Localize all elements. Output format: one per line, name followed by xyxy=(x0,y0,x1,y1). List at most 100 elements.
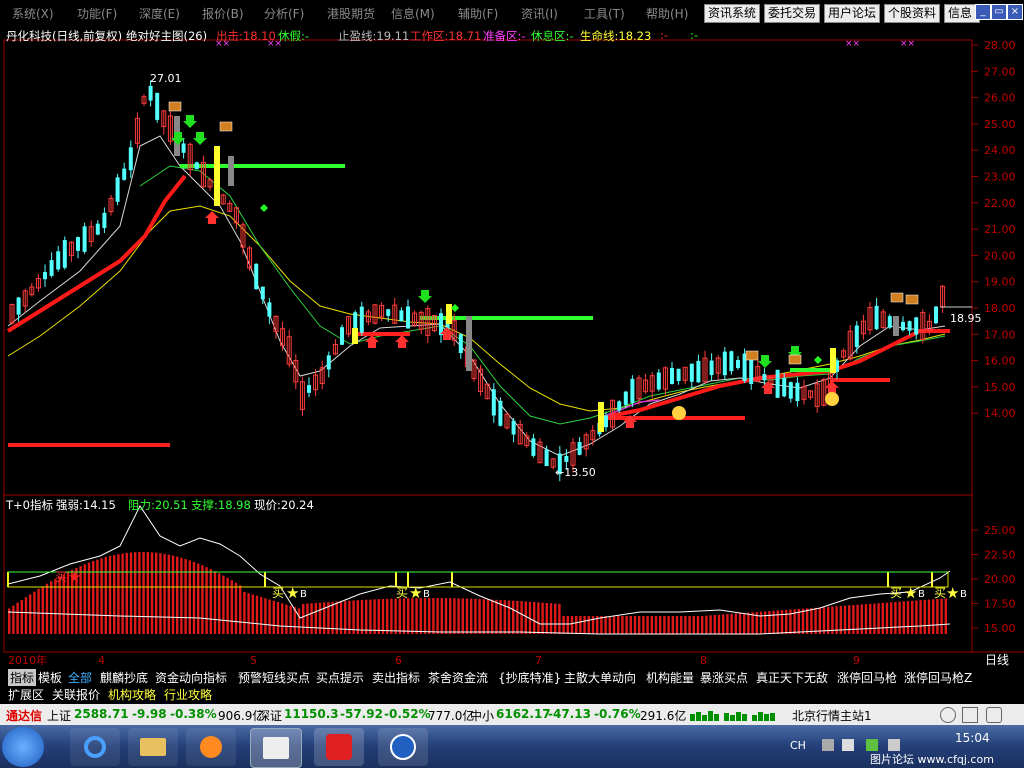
zx-name[interactable]: 中小 xyxy=(470,707,494,724)
menu-help[interactable]: 帮助(H) xyxy=(646,5,688,22)
indicator-tab[interactable]: 资金动向指标 xyxy=(155,669,227,686)
sub-axis-label: 20.00 xyxy=(984,573,1016,586)
hist-bar xyxy=(524,601,527,634)
cross-marker: ×× xyxy=(900,39,915,49)
hist-bar xyxy=(881,602,884,634)
server-name[interactable]: 北京行情主站1 xyxy=(792,707,872,724)
sh-name[interactable]: 上证 xyxy=(47,707,71,724)
menu-info[interactable]: 信息(M) xyxy=(391,5,435,22)
folder-icon[interactable] xyxy=(128,728,178,766)
media-player-icon[interactable] xyxy=(186,728,236,766)
restore-icon[interactable]: ▭ xyxy=(991,4,1007,20)
sub-current: 现价:20.24 xyxy=(254,498,314,512)
tray-icon[interactable] xyxy=(822,739,834,751)
ie-icon[interactable] xyxy=(70,728,120,766)
shengming-value: 生命线:18.23 xyxy=(580,29,652,43)
menu-function[interactable]: 功能(F) xyxy=(77,5,117,22)
indicator-tab[interactable]: 模板 xyxy=(38,669,62,686)
hist-bar xyxy=(302,603,305,634)
menu-tools[interactable]: 工具(T) xyxy=(584,5,625,22)
indicator-tab[interactable]: 麒麟抄底 xyxy=(100,669,148,686)
candle-body xyxy=(399,310,404,322)
candle-body xyxy=(874,305,879,330)
flag-icon xyxy=(219,121,233,132)
indicator-tab[interactable]: 全部 xyxy=(68,669,92,686)
indicator-tab[interactable]: {抄底特准} xyxy=(498,669,561,686)
sell-arrow-icon xyxy=(183,115,197,128)
life-line xyxy=(6,174,187,333)
clock[interactable]: 15:04 xyxy=(955,731,990,745)
indicator-tab[interactable]: 茶舍资金流 xyxy=(428,669,488,686)
connection-icon[interactable] xyxy=(940,707,956,723)
flag-icon xyxy=(745,350,759,361)
trade-app-icon[interactable] xyxy=(314,728,364,766)
indicator-name[interactable]: 绝对好主图(26) xyxy=(126,28,207,43)
menu-news[interactable]: 资讯(I) xyxy=(521,5,558,22)
cursor-icon[interactable] xyxy=(842,739,854,751)
indicator-tab[interactable]: 买点提示 xyxy=(316,669,364,686)
indicator-tab[interactable]: 涨停回马枪Z xyxy=(904,669,972,686)
candle-body xyxy=(340,327,344,345)
hist-bar xyxy=(457,598,460,634)
stock-info-button[interactable]: 个股资料 xyxy=(884,4,941,23)
hist-bar xyxy=(197,563,200,634)
candle-body xyxy=(934,306,938,324)
menu-analysis[interactable]: 分析(F) xyxy=(264,5,304,22)
period-label: 日线 xyxy=(985,653,1009,667)
lang-indicator[interactable]: CH xyxy=(790,739,806,752)
indicator-tab[interactable]: 主散大单动向 xyxy=(564,669,636,686)
hist-bar xyxy=(902,601,905,634)
extension-tab[interactable]: 行业攻略 xyxy=(164,686,212,703)
zx-value: 6162.17 xyxy=(496,707,551,721)
remote-app-icon[interactable] xyxy=(378,728,428,766)
last-price-label: 18.95 xyxy=(950,312,982,325)
indicator-tab[interactable]: 卖出指标 xyxy=(372,669,420,686)
stock-app-icon[interactable] xyxy=(250,728,302,768)
forum-button[interactable]: 用户论坛 xyxy=(824,4,881,23)
menu-system[interactable]: 系统(X) xyxy=(12,5,54,22)
sub-indicator-name[interactable]: T+0指标 xyxy=(6,497,53,512)
hist-bar xyxy=(297,608,301,634)
chat-icon[interactable] xyxy=(962,707,978,723)
buy-b-label: B xyxy=(300,589,307,600)
minimize-icon[interactable]: _ xyxy=(975,4,991,20)
volume-icon[interactable] xyxy=(888,739,900,751)
menu-bar: 系统(X) 功能(F) 深度(E) 报价(B) 分析(F) 港股期货 信息(M)… xyxy=(0,0,1024,26)
candle-body xyxy=(148,85,153,101)
hist-bar xyxy=(100,558,103,634)
hist-bar xyxy=(516,600,519,634)
menu-depth[interactable]: 深度(E) xyxy=(139,5,180,22)
extension-tab[interactable]: 机构攻略 xyxy=(108,686,156,703)
candle-body xyxy=(267,302,272,317)
hist-bar xyxy=(579,616,582,634)
menu-assist[interactable]: 辅助(F) xyxy=(458,5,498,22)
menu-quote[interactable]: 报价(B) xyxy=(202,5,244,22)
start-button[interactable] xyxy=(2,727,44,767)
signal-bar xyxy=(446,304,452,324)
hist-bar xyxy=(764,611,767,634)
candle-body xyxy=(326,355,331,370)
indicator-tab[interactable]: 暴涨买点 xyxy=(700,669,748,686)
candle-body xyxy=(62,240,67,268)
indicator-tab[interactable]: 机构能量 xyxy=(646,669,694,686)
hist-bar xyxy=(129,552,133,634)
warning-icon[interactable] xyxy=(986,707,1002,723)
hist-bar xyxy=(486,599,490,634)
indicator-tab[interactable]: 真正天下无敌 xyxy=(756,669,828,686)
menu-hk-futures[interactable]: 港股期货 xyxy=(327,5,375,22)
indicator-tab[interactable]: 指标 xyxy=(8,669,37,686)
chart-area[interactable]: 28.00 27.00 26.00 25.00 24.00 23.00 22.00 21.00… xyxy=(0,26,1024,667)
network-icon[interactable] xyxy=(866,739,878,751)
news-system-button[interactable]: 资讯系统 xyxy=(704,4,761,23)
extension-tab[interactable]: 关联报价 xyxy=(52,686,100,703)
trade-button[interactable]: 委托交易 xyxy=(764,4,821,23)
hist-bar xyxy=(663,616,666,634)
sz-name[interactable]: 深证 xyxy=(258,707,282,724)
close-icon[interactable]: × xyxy=(1007,4,1023,20)
date-label: 2010年 xyxy=(8,653,47,667)
candle-body xyxy=(82,226,87,252)
indicator-tab[interactable]: 预警短线买点 xyxy=(238,669,310,686)
date-label: 6 xyxy=(395,654,402,667)
indicator-tab[interactable]: 涨停回马枪 xyxy=(837,669,897,686)
extension-tab[interactable]: 扩展区 xyxy=(8,686,44,703)
